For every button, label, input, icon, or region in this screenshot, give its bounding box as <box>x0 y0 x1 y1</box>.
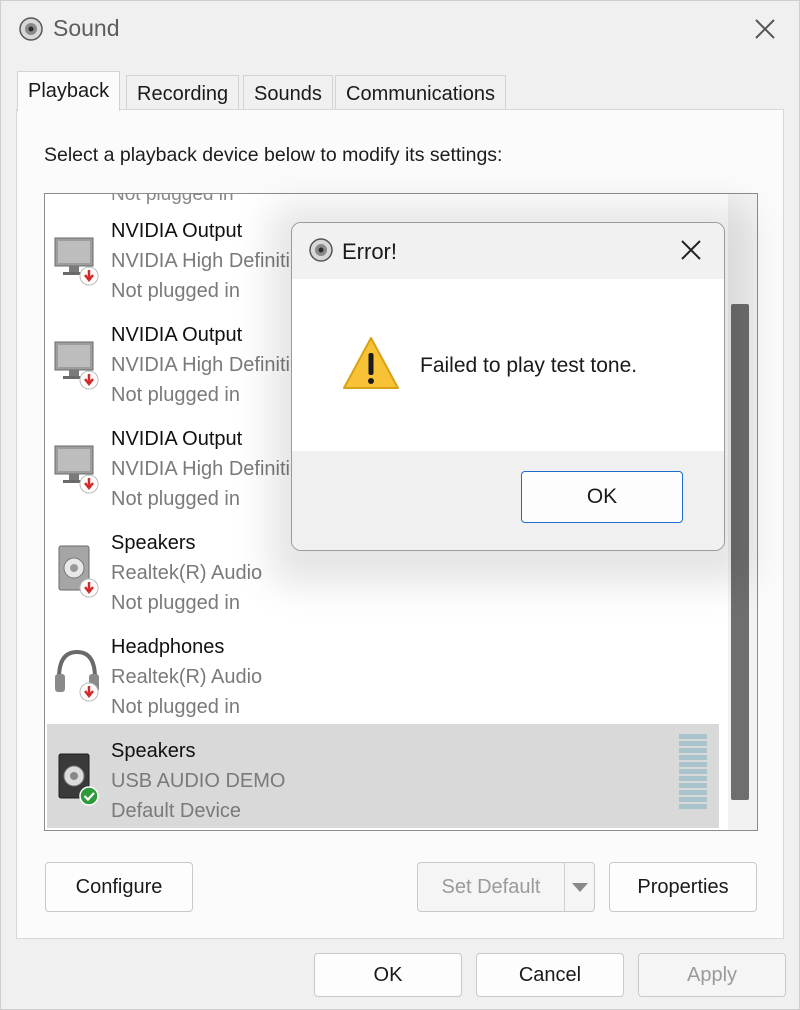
device-item-selected[interactable]: Speakers USB AUDIO DEMO Default Device <box>47 724 719 828</box>
set-default-dropdown[interactable] <box>564 862 595 912</box>
dialog-message: Failed to play test tone. <box>420 354 638 377</box>
dialog-title-bar: Error! <box>292 223 724 279</box>
speaker-icon <box>309 238 333 262</box>
device-name: Speakers <box>111 740 196 762</box>
dialog-close-button[interactable] <box>676 235 706 265</box>
ok-button[interactable]: OK <box>314 953 462 997</box>
device-driver: Realtek(R) Audio <box>111 666 263 688</box>
speaker-unplugged-icon <box>58 545 99 598</box>
device-name: Headphones <box>111 636 225 658</box>
monitor-unplugged-icon <box>54 445 99 494</box>
device-item[interactable]: Headphones Realtek(R) Audio Not plugged … <box>47 620 719 724</box>
chevron-down-icon <box>571 883 588 892</box>
speaker-default-icon <box>58 753 99 806</box>
volume-level-meter <box>679 734 707 814</box>
device-driver: Realtek(R) Audio <box>111 562 263 584</box>
properties-button[interactable]: Properties <box>609 862 757 912</box>
device-status: Not plugged in <box>111 488 240 510</box>
device-status: Not plugged in <box>111 696 240 718</box>
device-name: Speakers <box>111 532 196 554</box>
device-status: Not plugged in <box>111 384 240 406</box>
apply-button[interactable]: Apply <box>638 953 786 997</box>
close-icon <box>755 19 775 39</box>
set-default-button[interactable]: Set Default <box>417 862 565 912</box>
title-bar: Sound <box>1 1 800 59</box>
tab-communications[interactable]: Communications <box>335 75 506 109</box>
monitor-unplugged-icon <box>54 341 99 390</box>
tab-recording[interactable]: Recording <box>126 75 240 109</box>
monitor-unplugged-icon <box>54 237 99 286</box>
dialog-ok-button[interactable]: OK <box>521 471 683 523</box>
tab-playback[interactable]: Playback <box>17 71 121 111</box>
instruction-text: Select a playback device below to modify… <box>44 144 503 166</box>
tab-sounds[interactable]: Sounds <box>243 75 333 109</box>
close-icon <box>681 240 701 260</box>
device-status: Not plugged in <box>111 280 240 302</box>
headphones-unplugged-icon <box>55 649 99 702</box>
window-title: Sound <box>53 15 120 41</box>
error-dialog: Error! Failed to play test tone. OK <box>291 222 725 551</box>
device-name: NVIDIA Output <box>111 324 243 346</box>
cancel-button[interactable]: Cancel <box>476 953 624 997</box>
close-button[interactable] <box>749 13 781 45</box>
device-status: Default Device <box>111 800 242 822</box>
device-name: NVIDIA Output <box>111 428 243 450</box>
configure-button[interactable]: Configure <box>45 862 193 912</box>
warning-icon <box>343 337 399 389</box>
device-driver: USB AUDIO DEMO <box>111 770 286 792</box>
dialog-title: Error! <box>342 239 397 264</box>
device-name: NVIDIA Output <box>111 220 243 242</box>
speaker-icon <box>19 17 43 41</box>
device-status: Not plugged in <box>111 592 240 614</box>
